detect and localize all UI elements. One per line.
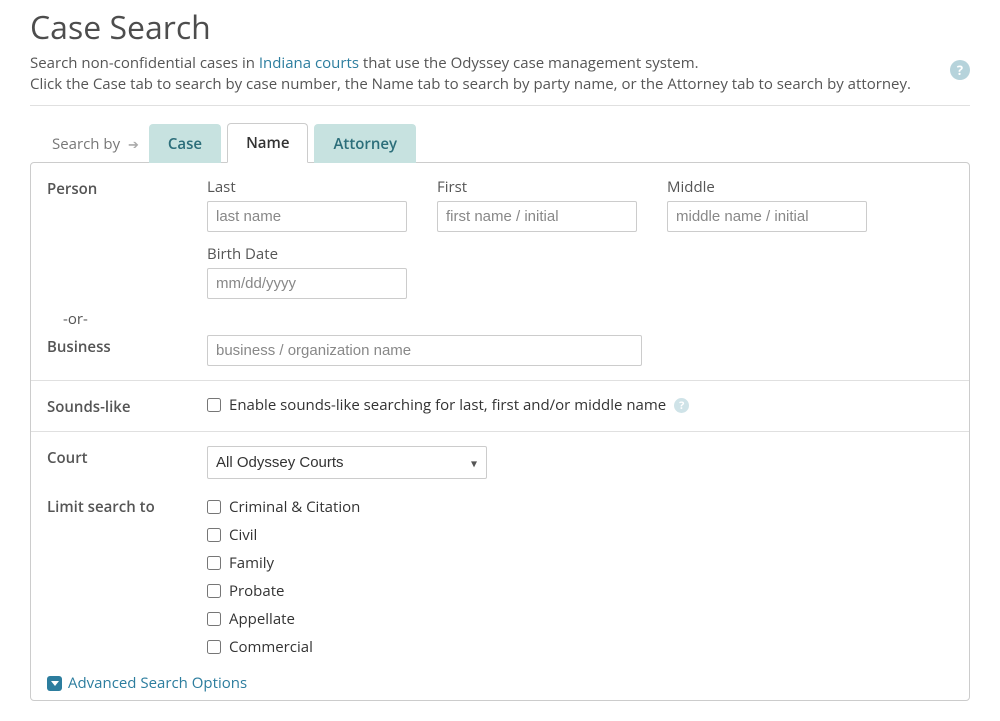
limit-option: Family — [229, 553, 274, 573]
tab-name[interactable]: Name — [227, 123, 308, 163]
divider — [30, 105, 970, 106]
limit-option: Civil — [229, 525, 257, 545]
intro-after-link: that use the Odyssey case management sys… — [359, 53, 699, 73]
first-name-input[interactable] — [437, 201, 637, 232]
person-label: Person — [47, 177, 207, 199]
limit-civil-checkbox[interactable] — [207, 528, 221, 542]
search-panel: Person Last First Middle — [30, 162, 970, 701]
limit-option: Probate — [229, 581, 284, 601]
last-label: Last — [207, 177, 407, 197]
tab-attorney[interactable]: Attorney — [314, 124, 416, 163]
court-select[interactable]: All Odyssey Courts — [207, 446, 487, 479]
page-title: Case Search — [30, 6, 970, 49]
arrow-right-icon: ➔ — [128, 135, 139, 153]
soundslike-checkbox[interactable] — [207, 398, 221, 412]
first-label: First — [437, 177, 637, 197]
limit-list: Criminal & Citation Civil Family Probate… — [207, 497, 360, 657]
middle-name-input[interactable] — [667, 201, 867, 232]
person-section: Person Last First Middle — [31, 163, 969, 381]
last-name-input[interactable] — [207, 201, 407, 232]
court-label: Court — [47, 446, 207, 468]
advanced-search-link[interactable]: Advanced Search Options — [47, 673, 247, 693]
limit-option: Criminal & Citation — [229, 497, 360, 517]
limit-family-checkbox[interactable] — [207, 556, 221, 570]
caret-down-icon — [47, 676, 62, 691]
soundslike-section: Sounds-like Enable sounds-like searching… — [31, 381, 969, 432]
business-label: Business — [47, 335, 207, 357]
limit-option: Commercial — [229, 637, 313, 657]
limit-probate-checkbox[interactable] — [207, 584, 221, 598]
limit-label: Limit search to — [47, 495, 207, 517]
soundslike-text: Enable sounds-like searching for last, f… — [229, 395, 666, 415]
indiana-courts-link[interactable]: Indiana courts — [259, 53, 359, 73]
birthdate-label: Birth Date — [207, 244, 407, 264]
soundslike-help-icon[interactable]: ? — [674, 398, 689, 413]
tab-case[interactable]: Case — [149, 124, 221, 163]
court-section: Court All Odyssey Courts ▾ Limit search … — [31, 432, 969, 663]
limit-commercial-checkbox[interactable] — [207, 640, 221, 654]
limit-criminal-checkbox[interactable] — [207, 500, 221, 514]
intro-text: Search non-confidential cases in Indiana… — [30, 53, 970, 95]
business-input[interactable] — [207, 335, 642, 366]
middle-label: Middle — [667, 177, 867, 197]
intro-line2: Click the Case tab to search by case num… — [30, 74, 911, 94]
birthdate-input[interactable] — [207, 268, 407, 299]
search-by-label: Search by ➔ — [48, 126, 143, 162]
advanced-row: Advanced Search Options — [31, 663, 969, 700]
limit-appellate-checkbox[interactable] — [207, 612, 221, 626]
soundslike-label: Sounds-like — [47, 395, 207, 417]
tabs: Search by ➔ Case Name Attorney — [30, 122, 970, 162]
intro-before-link: Search non-confidential cases in — [30, 53, 259, 73]
limit-option: Appellate — [229, 609, 295, 629]
or-text: -or- — [47, 309, 953, 329]
help-icon[interactable]: ? — [950, 60, 970, 80]
